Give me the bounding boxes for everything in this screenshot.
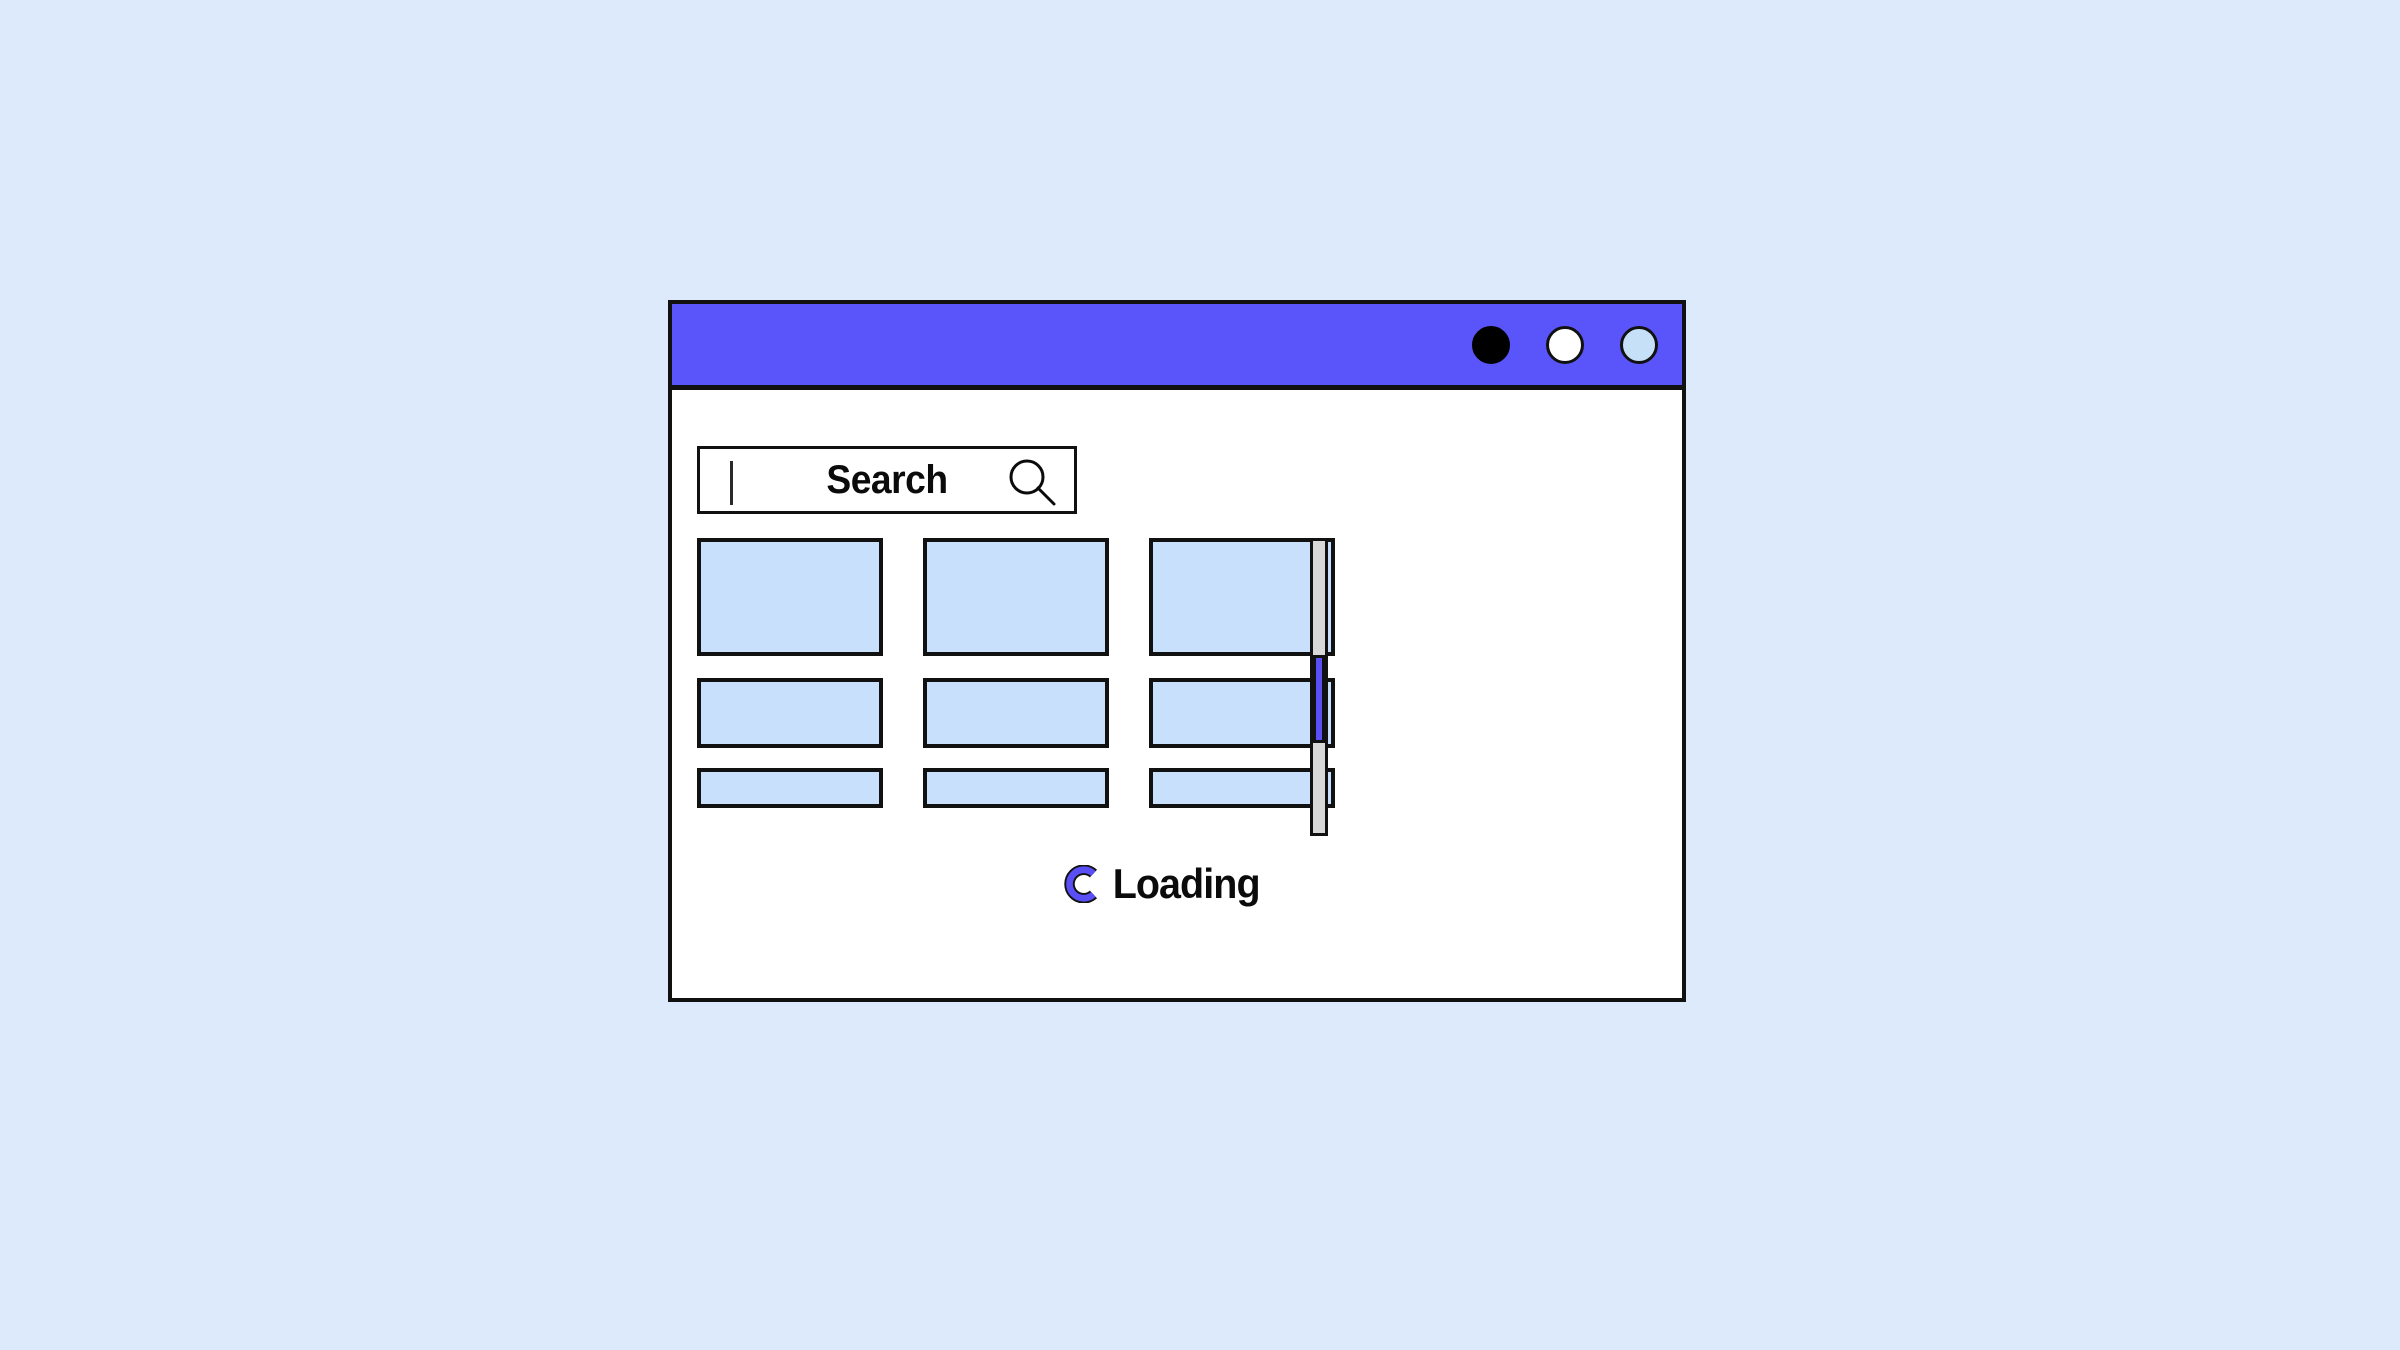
loading-indicator: Loading (672, 860, 1682, 908)
card-row (697, 538, 1335, 656)
loading-label: Loading (1112, 860, 1261, 907)
search-bar[interactable]: Search (697, 446, 1077, 514)
content-area: Search Loading (672, 390, 1682, 998)
scrollbar-thumb[interactable] (1313, 655, 1325, 743)
window-control-minimize[interactable] (1546, 326, 1584, 364)
vertical-scrollbar[interactable] (1310, 538, 1328, 836)
skeleton-card[interactable] (1149, 538, 1335, 656)
title-bar (672, 304, 1682, 390)
search-icon[interactable] (1006, 457, 1058, 509)
window-control-close[interactable] (1472, 326, 1510, 364)
card-row (697, 768, 1335, 808)
skeleton-card[interactable] (923, 678, 1109, 748)
skeleton-card[interactable] (697, 768, 883, 808)
window-control-maximize[interactable] (1620, 326, 1658, 364)
skeleton-card[interactable] (923, 768, 1109, 808)
skeleton-card[interactable] (697, 538, 883, 656)
skeleton-card[interactable] (923, 538, 1109, 656)
browser-window: Search Loading (668, 300, 1686, 1002)
skeleton-card[interactable] (697, 678, 883, 748)
skeleton-card[interactable] (1149, 768, 1335, 808)
skeleton-card[interactable] (1149, 678, 1335, 748)
card-row (697, 678, 1335, 748)
skeleton-card-grid (697, 538, 1335, 808)
spinner-icon (1064, 865, 1097, 903)
